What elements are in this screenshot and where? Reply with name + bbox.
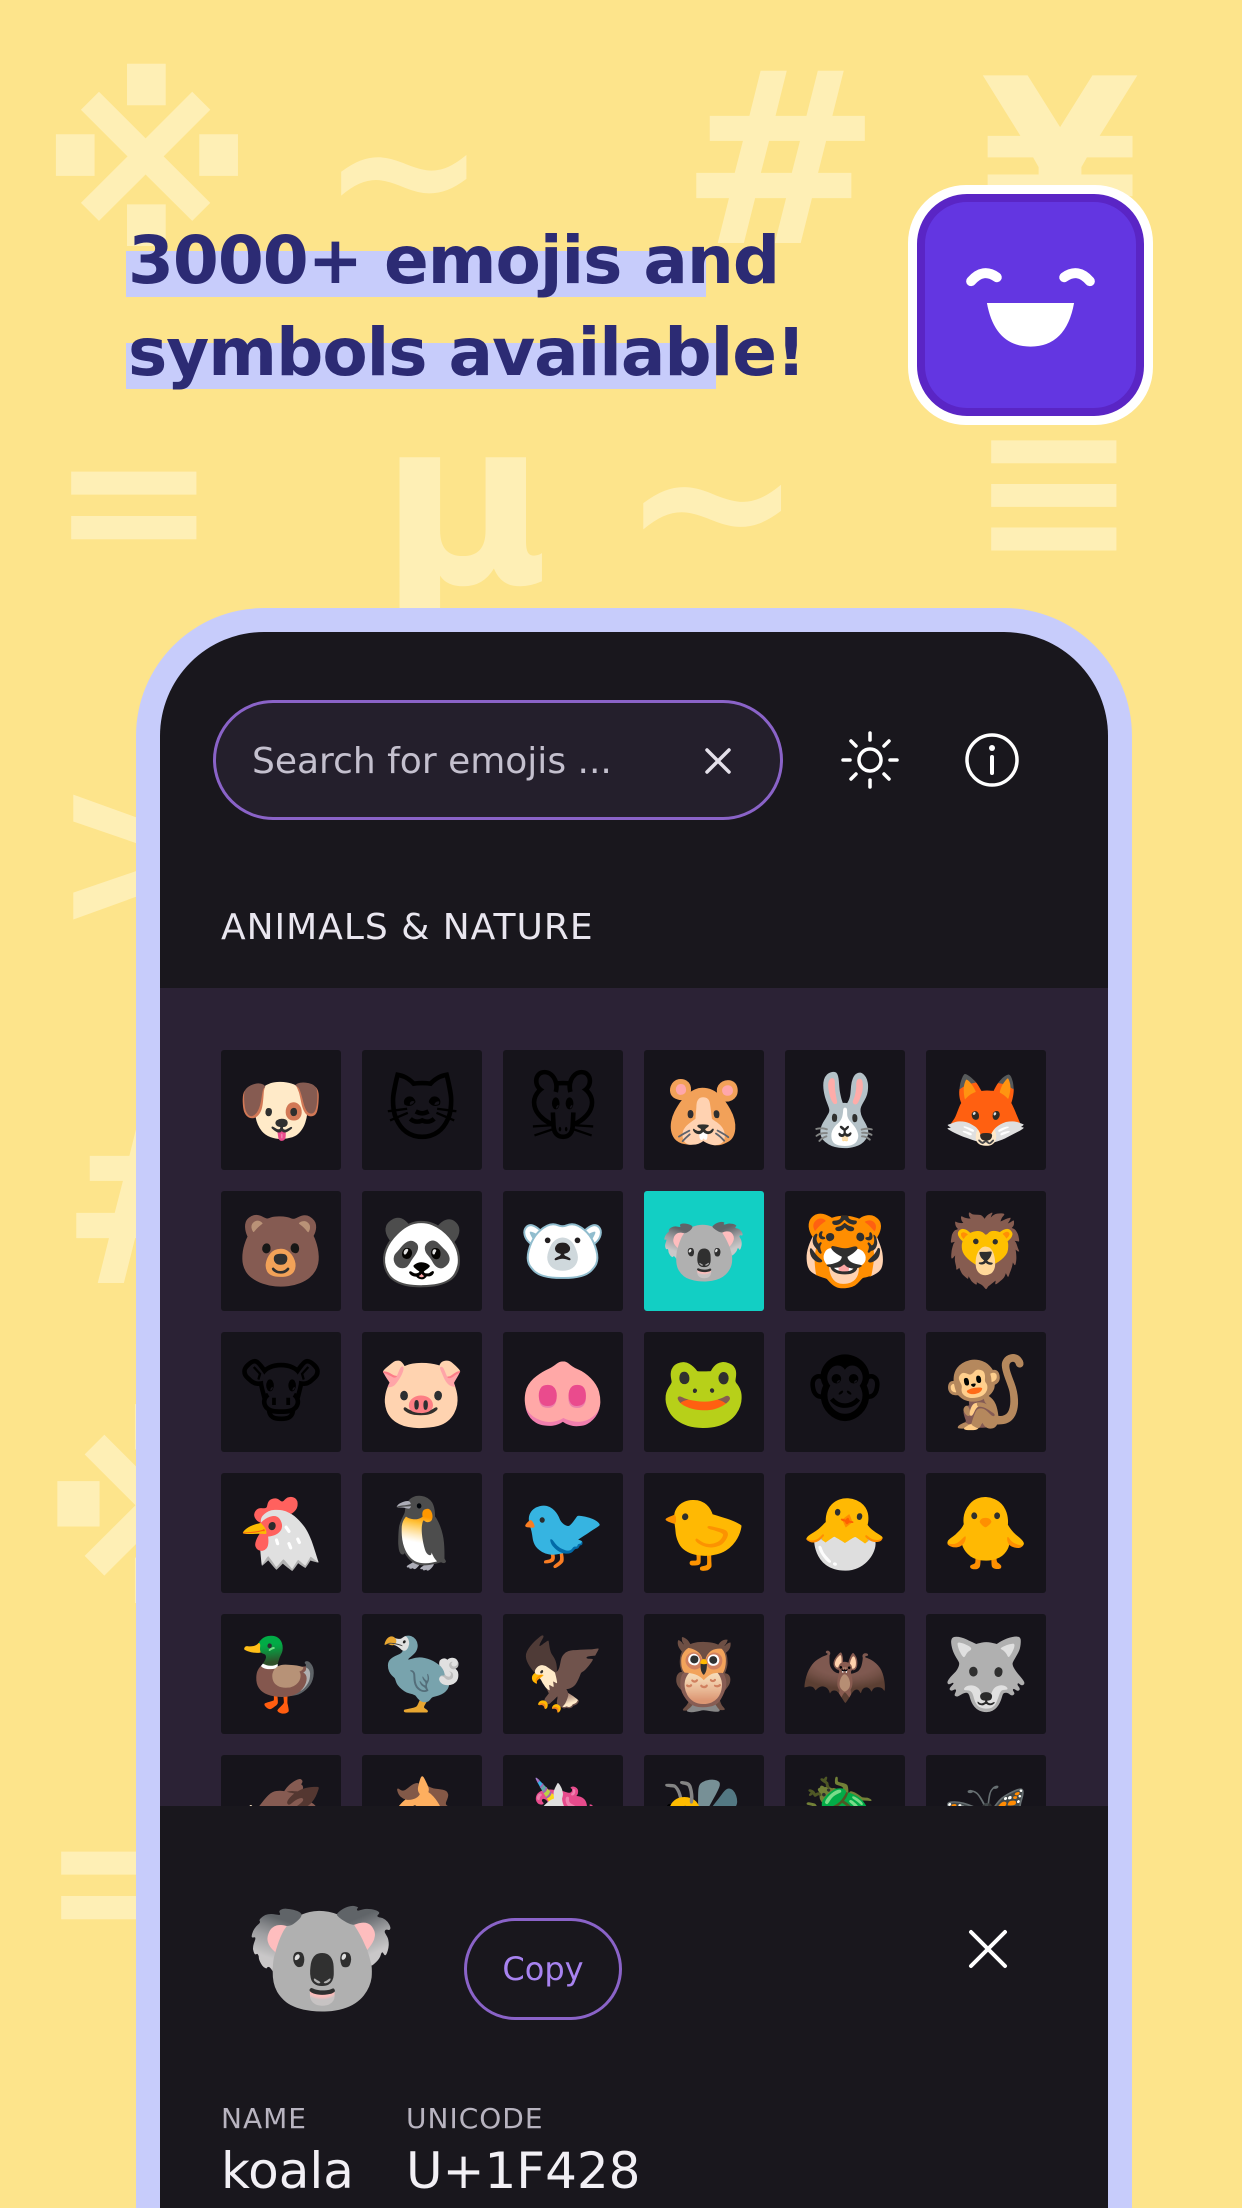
name-label: NAME <box>221 2102 307 2135</box>
headline-line-1: 3000+ emojis and <box>126 215 828 307</box>
emoji-cell-chicken[interactable]: 🐔 <box>221 1473 341 1593</box>
emoji-cell-butterfly[interactable]: 🦋 <box>926 1755 1046 1806</box>
category-title: ANIMALS & NATURE <box>221 907 594 948</box>
headline-line-2: symbols available! <box>126 307 828 399</box>
emoji-cell-rabbit[interactable]: 🐰 <box>785 1050 905 1170</box>
emoji-cell-koala[interactable]: 🐨 <box>644 1191 764 1311</box>
unicode-label: UNICODE <box>406 2102 544 2135</box>
emoji-cell-mouse[interactable]: 🐭 <box>503 1050 623 1170</box>
emoji-cell-owl[interactable]: 🦉 <box>644 1614 764 1734</box>
emoji-cell-panda[interactable]: 🐼 <box>362 1191 482 1311</box>
emoji-cell-bee[interactable]: 🐝 <box>644 1755 764 1806</box>
emoji-detail-panel: 🐨 Copy NAME koala UNICODE U+1F428 <box>160 1806 1108 2208</box>
emoji-cell-beetle[interactable]: 🪲 <box>785 1755 905 1806</box>
emoji-cell-monkey[interactable]: 🐒 <box>926 1332 1046 1452</box>
emoji-cell-bird[interactable]: 🐦 <box>503 1473 623 1593</box>
mu-glyph: µ <box>380 371 550 638</box>
phone-frame: ANIMALS & NATURE 🐶🐱🐭🐹🐰🦊🐻🐼🐻‍❄️🐨🐯🦁🐮🐷🐽🐸🐵🐒🐔🐧… <box>136 608 1132 2208</box>
emoji-cell-eagle[interactable]: 🦅 <box>503 1614 623 1734</box>
emoji-cell-wolf[interactable]: 🐺 <box>926 1614 1046 1734</box>
emoji-cell-fox[interactable]: 🦊 <box>926 1050 1046 1170</box>
emoji-cell-boar[interactable]: 🐗 <box>221 1755 341 1806</box>
app-logo <box>908 185 1153 425</box>
equals-glyph: = <box>50 383 218 616</box>
close-icon[interactable] <box>965 1926 1011 1972</box>
tilde-glyph-2: ~ <box>620 372 805 628</box>
emoji-cell-frog[interactable]: 🐸 <box>644 1332 764 1452</box>
emoji-grid: 🐶🐱🐭🐹🐰🦊 🐻🐼🐻‍❄️🐨🐯🦁 🐮🐷🐽🐸🐵🐒 🐔🐧🐦🐤🐣🐥 🦆🦤🦅🦉🦇🐺 🐗 🐴 🦄 🐝 🪲 🦋 <box>221 1050 1046 1806</box>
emoji-cell-monkey-face[interactable]: 🐵 <box>785 1332 905 1452</box>
emoji-cell-cat[interactable]: 🐱 <box>362 1050 482 1170</box>
emoji-cell-penguin[interactable]: 🐧 <box>362 1473 482 1593</box>
unicode-value: U+1F428 <box>406 2142 641 2200</box>
emoji-cell-cow[interactable]: 🐮 <box>221 1332 341 1452</box>
emoji-cell-polar-bear[interactable]: 🐻‍❄️ <box>503 1191 623 1311</box>
emoji-cell-hatching-chick[interactable]: 🐣 <box>785 1473 905 1593</box>
emoji-cell-dodo[interactable]: 🦤 <box>362 1614 482 1734</box>
emoji-cell-lion[interactable]: 🦁 <box>926 1191 1046 1311</box>
emoji-cell-front-facing-chick[interactable]: 🐥 <box>926 1473 1046 1593</box>
emoji-cell-horse[interactable]: 🐴 <box>362 1755 482 1806</box>
copy-button[interactable]: Copy <box>464 1918 622 2020</box>
emoji-grid-area[interactable]: 🐶🐱🐭🐹🐰🦊 🐻🐼🐻‍❄️🐨🐯🦁 🐮🐷🐽🐸🐵🐒 🐔🐧🐦🐤🐣🐥 🦆🦤🦅🦉🦇🐺 🐗 🐴 🦄 🐝 🪲 🦋 <box>160 988 1108 1806</box>
emoji-cell-bat[interactable]: 🦇 <box>785 1614 905 1734</box>
emoji-cell-hamster[interactable]: 🐹 <box>644 1050 764 1170</box>
selected-emoji-preview: 🐨 <box>244 1886 399 2030</box>
search-input[interactable] <box>252 733 672 789</box>
emoji-cell-unicorn[interactable]: 🦄 <box>503 1755 623 1806</box>
phone-screen: ANIMALS & NATURE 🐶🐱🐭🐹🐰🦊🐻🐼🐻‍❄️🐨🐯🦁🐮🐷🐽🐸🐵🐒🐔🐧… <box>160 632 1108 2208</box>
emoji-cell-bear[interactable]: 🐻 <box>221 1191 341 1311</box>
emoji-cell-tiger[interactable]: 🐯 <box>785 1191 905 1311</box>
info-icon[interactable] <box>960 728 1024 792</box>
search-box[interactable] <box>213 700 783 820</box>
emoji-cell-dog[interactable]: 🐶 <box>221 1050 341 1170</box>
emoji-cell-pig-nose[interactable]: 🐽 <box>503 1332 623 1452</box>
emoji-cell-pig[interactable]: 🐷 <box>362 1332 482 1452</box>
headline: 3000+ emojis and symbols available! <box>126 215 828 399</box>
emoji-cell-duck[interactable]: 🦆 <box>221 1614 341 1734</box>
sun-icon[interactable] <box>838 728 902 792</box>
emoji-cell-baby-chick[interactable]: 🐤 <box>644 1473 764 1593</box>
name-value: koala <box>221 2142 354 2200</box>
close-icon[interactable] <box>698 741 738 781</box>
smiley-logo-icon <box>917 194 1144 416</box>
